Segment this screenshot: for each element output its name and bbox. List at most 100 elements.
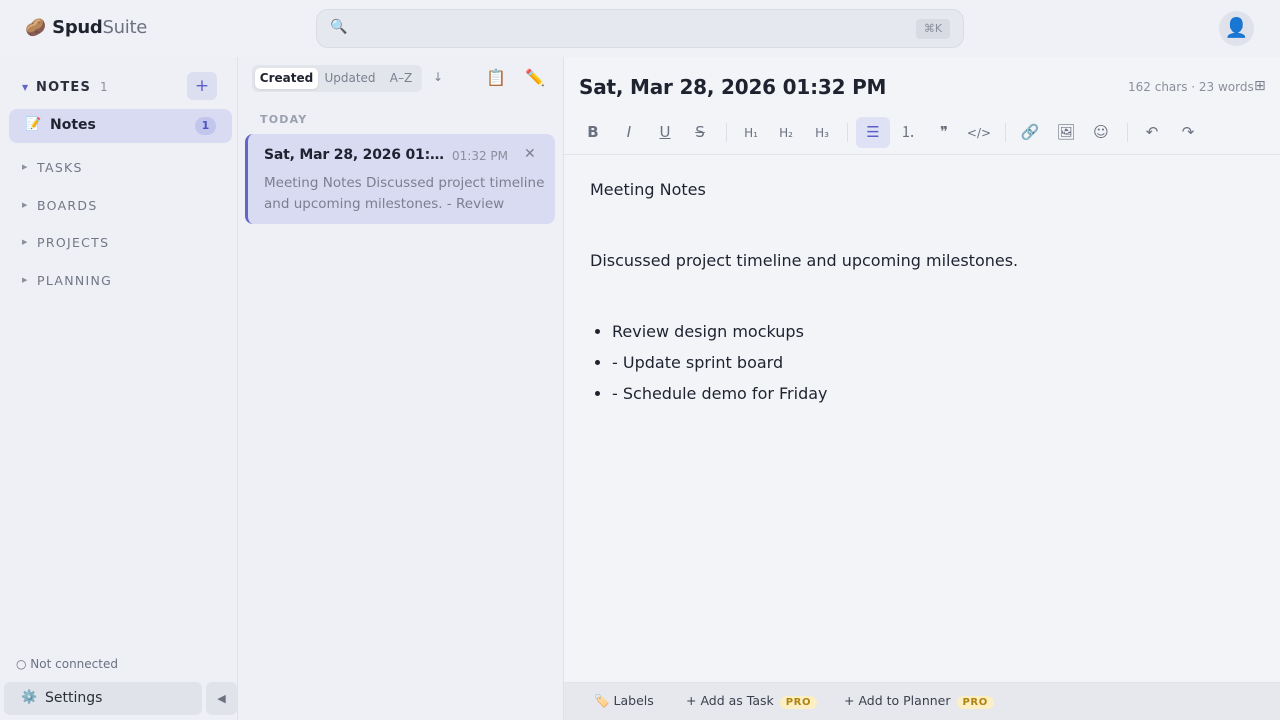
h2-button[interactable]: H₂	[769, 117, 803, 148]
note-title: Sat, Mar 28, 2026 01:32 PM	[264, 147, 444, 163]
labels-button[interactable]: 🏷️ Labels	[594, 693, 654, 709]
toolbar-separator	[1005, 123, 1006, 142]
italic-button[interactable]: I	[612, 117, 646, 148]
sidebar-section-projects[interactable]: ▶ PROJECTS	[22, 232, 109, 252]
toolbar-separator	[847, 123, 848, 142]
quote-icon: ❞	[939, 123, 949, 141]
search-shortcut-hint: ⌘K	[916, 19, 950, 39]
link-button[interactable]: 🔗	[1013, 117, 1047, 148]
sort-updated-button[interactable]: Updated	[320, 68, 380, 89]
emoji-icon: ☺	[1093, 123, 1109, 141]
note-preview: Meeting Notes Discussed project timeline…	[264, 175, 545, 212]
italic-icon: I	[626, 123, 632, 141]
settings-button[interactable]: ⚙️ Settings	[4, 682, 202, 715]
list-item: - Schedule demo for Friday	[612, 382, 1250, 406]
undo-icon: ↶	[1145, 123, 1159, 141]
section-label: BOARDS	[37, 197, 98, 213]
add-to-planner-button[interactable]: + Add to Planner PRO	[844, 693, 994, 709]
redo-icon: ↷	[1181, 123, 1195, 141]
link-icon: 🔗	[1020, 123, 1040, 141]
strikethrough-icon: S	[695, 123, 705, 141]
list-item: - Update sprint board	[612, 351, 1250, 375]
close-icon[interactable]: ✕	[524, 146, 536, 162]
bullet-list-button[interactable]: ☰	[856, 117, 890, 148]
caret-right-icon: ▶	[22, 238, 28, 246]
sidebar-item-notes[interactable]: 📝 Notes 1	[9, 109, 232, 143]
note-time: 01:32 PM	[452, 149, 508, 163]
bold-icon: B	[587, 123, 599, 141]
new-note-pencil-icon[interactable]: ✏️	[525, 68, 545, 87]
section-count: 1	[100, 80, 108, 94]
labels-label: 🏷️ Labels	[594, 693, 654, 708]
code-icon: </>	[966, 126, 992, 140]
add-as-task-button[interactable]: + Add as Task PRO	[686, 693, 818, 709]
section-title: NOTES	[36, 79, 92, 95]
layout-grid-icon[interactable]: ⊞	[1254, 78, 1266, 94]
chevron-left-icon: ◀	[217, 692, 226, 705]
sidebar-section-boards[interactable]: ▶ BOARDS	[22, 195, 98, 215]
search-input[interactable]	[357, 16, 917, 42]
collapse-sidebar-button[interactable]: ◀	[206, 682, 237, 715]
toolbar-separator	[1127, 123, 1128, 142]
h2-icon: H₂	[779, 126, 793, 140]
sidebar-section-planning[interactable]: ▶ PLANNING	[22, 270, 112, 290]
undo-button[interactable]: ↶	[1135, 117, 1169, 148]
caret-right-icon: ▶	[22, 163, 28, 171]
gear-icon: ⚙️	[21, 690, 38, 705]
add-note-button[interactable]: +	[187, 72, 217, 100]
redo-button[interactable]: ↷	[1171, 117, 1205, 148]
toolbar-separator	[726, 123, 727, 142]
list-item: Review design mockups	[612, 320, 1250, 344]
section-label: PROJECTS	[37, 234, 110, 250]
toolbar-divider	[564, 154, 1280, 155]
add-task-label: + Add as Task	[686, 693, 774, 708]
code-button[interactable]: </>	[962, 117, 996, 148]
sidebar-section-tasks[interactable]: ▶ TASKS	[22, 157, 83, 177]
content-heading: Meeting Notes	[590, 180, 706, 199]
bullet-list-icon: ☰	[866, 123, 880, 141]
user-icon: 👤	[1224, 17, 1249, 39]
add-planner-label: + Add to Planner	[844, 693, 951, 708]
h3-button[interactable]: H₃	[805, 117, 839, 148]
note-title-heading[interactable]: Sat, Mar 28, 2026 01:32 PM	[579, 75, 886, 99]
h1-icon: H₁	[744, 126, 758, 140]
user-avatar[interactable]: 👤	[1219, 11, 1254, 46]
app-name: SpudSuite	[52, 17, 147, 38]
search-bar[interactable]: 🔍 ⌘K	[316, 9, 964, 48]
pro-badge: PRO	[956, 696, 994, 709]
emoji-button[interactable]: ☺	[1084, 117, 1118, 148]
quote-button[interactable]: ❞	[927, 117, 961, 148]
potato-icon: 🥔	[25, 18, 47, 38]
sidebar-item-label: Notes	[50, 117, 96, 133]
sort-alpha-button[interactable]: A–Z	[382, 68, 420, 89]
note-list-item[interactable]: Sat, Mar 28, 2026 01:32 PM 01:32 PM ✕ Me…	[245, 134, 555, 224]
h1-button[interactable]: H₁	[734, 117, 768, 148]
memo-icon: 📝	[25, 117, 42, 132]
caret-right-icon: ▶	[22, 276, 28, 284]
underline-icon: U	[659, 123, 671, 141]
sort-toggle-group: Created Updated A–Z	[252, 65, 422, 92]
sort-direction-button[interactable]: ↓	[433, 70, 443, 84]
strikethrough-button[interactable]: S	[683, 117, 717, 148]
app-logo[interactable]: 🥔 SpudSuite	[25, 17, 147, 39]
image-icon: 🖼	[1056, 123, 1076, 141]
numbered-list-button[interactable]: ⒈	[891, 117, 925, 148]
bullet-list: Review design mockups - Update sprint bo…	[590, 320, 1250, 406]
bold-button[interactable]: B	[576, 117, 610, 148]
pro-badge: PRO	[779, 696, 818, 709]
sort-created-button[interactable]: Created	[255, 68, 318, 89]
word-count: 162 chars · 23 words	[1128, 80, 1254, 94]
group-label-today: TODAY	[260, 113, 308, 126]
count-badge: 1	[195, 117, 216, 135]
underline-button[interactable]: U	[648, 117, 682, 148]
notes-section-header[interactable]: ▼ NOTES 1	[22, 77, 108, 97]
section-label: PLANNING	[37, 272, 113, 288]
clipboard-icon[interactable]: 📋	[486, 68, 506, 87]
connection-status: ○ Not connected	[16, 657, 118, 671]
editor-content[interactable]: Meeting Notes Discussed project timeline…	[590, 178, 1250, 413]
settings-label: Settings	[45, 690, 103, 706]
section-label: TASKS	[37, 159, 83, 175]
search-icon: 🔍	[330, 19, 348, 35]
image-button[interactable]: 🖼	[1049, 117, 1083, 148]
content-paragraph: Discussed project timeline and upcoming …	[590, 251, 1019, 270]
